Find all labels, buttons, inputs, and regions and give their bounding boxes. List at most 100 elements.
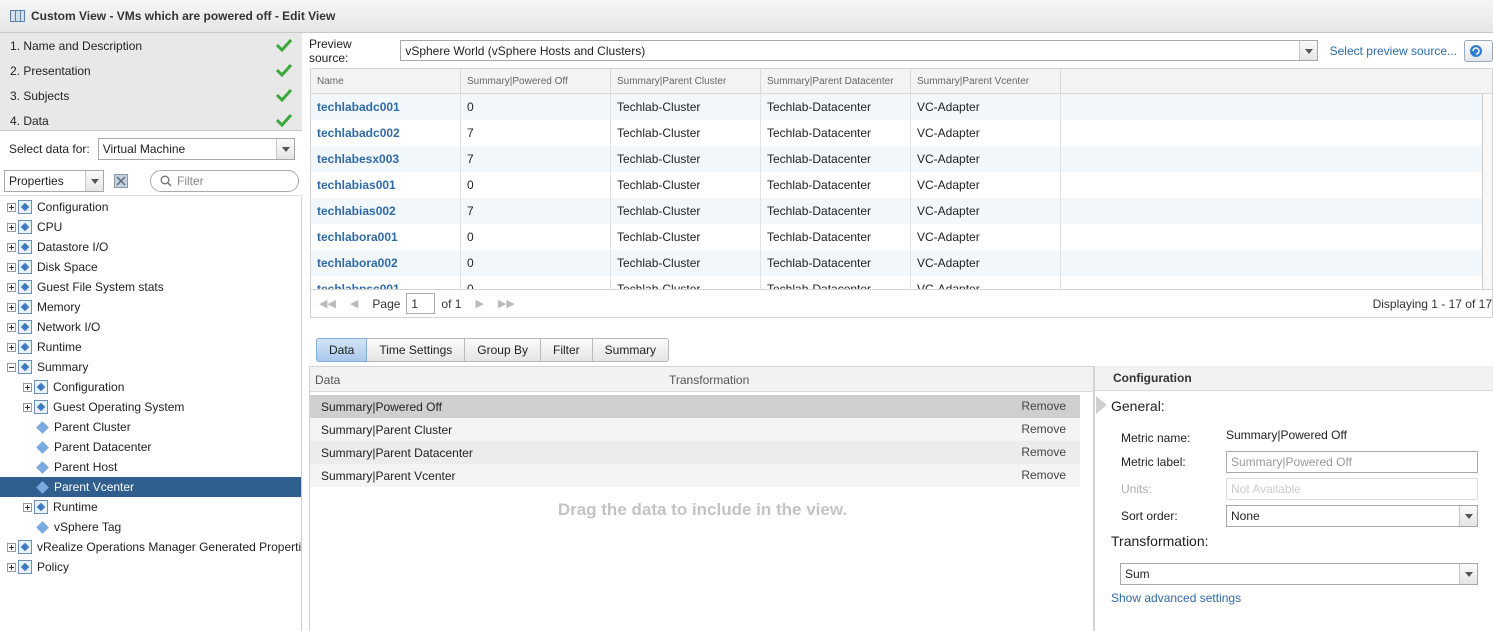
- data-row[interactable]: Summary|Parent Vcenter Remove: [310, 464, 1080, 487]
- refresh-button[interactable]: [1464, 39, 1493, 62]
- vm-name[interactable]: techlabora002: [311, 250, 461, 276]
- next-page-icon[interactable]: ▶: [475, 297, 483, 310]
- expand-icon[interactable]: [23, 382, 32, 392]
- column-header[interactable]: Summary|Powered Off: [461, 69, 611, 93]
- column-header[interactable]: Summary|Parent Vcenter: [911, 69, 1061, 93]
- show-advanced-settings-link[interactable]: Show advanced settings: [1111, 591, 1241, 605]
- tree-node-disk-space[interactable]: Disk Space: [0, 257, 301, 277]
- data-row[interactable]: Summary|Parent Cluster Remove: [310, 418, 1080, 441]
- page-number-input[interactable]: 1: [406, 293, 436, 314]
- column-header[interactable]: Summary|Parent Datacenter: [761, 69, 911, 93]
- tree-node-vrops-generated[interactable]: vRealize Operations Manager Generated Pr…: [0, 537, 301, 557]
- tree-node-configuration[interactable]: Configuration: [0, 197, 301, 217]
- table-row[interactable]: techlabadc002 7 Techlab-Cluster Techlab-Dat…: [311, 120, 1492, 146]
- clear-filter-icon[interactable]: [114, 173, 128, 188]
- expand-icon[interactable]: [7, 322, 16, 332]
- tree-node-parent-host[interactable]: Parent Host: [0, 457, 301, 477]
- expand-icon[interactable]: [7, 302, 16, 312]
- chevron-down-icon[interactable]: [1459, 564, 1477, 584]
- step-name-description[interactable]: 1. Name and Description: [0, 33, 302, 58]
- data-row[interactable]: Summary|Powered Off Remove: [310, 395, 1080, 418]
- step-subjects[interactable]: 3. Subjects: [0, 83, 302, 108]
- step-presentation[interactable]: 2. Presentation: [0, 58, 302, 83]
- table-row[interactable]: techlabadc001 0 Techlab-Cluster Techlab-Dat…: [311, 94, 1492, 120]
- table-row[interactable]: techlabesx003 7 Techlab-Cluster Techlab-Dat…: [311, 146, 1492, 172]
- tree-node-guest-file-system[interactable]: Guest File System stats: [0, 277, 301, 297]
- data-row-label: Summary|Parent Datacenter: [321, 445, 473, 460]
- chevron-down-icon[interactable]: [1459, 506, 1477, 526]
- expand-icon[interactable]: [7, 262, 16, 272]
- vm-name[interactable]: techlabesx003: [311, 146, 461, 172]
- tab-summary[interactable]: Summary: [592, 338, 669, 362]
- expand-icon[interactable]: [7, 222, 16, 232]
- chevron-down-icon[interactable]: [1298, 41, 1317, 60]
- vm-name[interactable]: techlabias001: [311, 172, 461, 198]
- table-row[interactable]: techlabias002 7 Techlab-Cluster Techlab-Dat…: [311, 198, 1492, 224]
- chevron-down-icon[interactable]: [85, 170, 103, 191]
- collapse-icon[interactable]: [7, 362, 16, 372]
- step-label: 1. Name and Description: [10, 38, 143, 53]
- select-data-dropdown[interactable]: Virtual Machine: [97, 138, 295, 160]
- expand-icon[interactable]: [7, 542, 16, 552]
- tree-node-datastore-io[interactable]: Datastore I/O: [0, 237, 301, 257]
- step-data[interactable]: 4. Data: [0, 108, 302, 133]
- vm-name[interactable]: techlabadc002: [311, 120, 461, 146]
- tree-node-parent-cluster[interactable]: Parent Cluster: [0, 417, 301, 437]
- group-icon: [18, 200, 32, 214]
- table-row[interactable]: techlabias001 0 Techlab-Cluster Techlab-Dat…: [311, 172, 1492, 198]
- tree-node-guest-os[interactable]: Guest Operating System: [0, 397, 301, 417]
- expand-icon[interactable]: [7, 242, 16, 252]
- cell: 7: [461, 146, 611, 172]
- vm-name[interactable]: techlabadc001: [311, 94, 461, 120]
- filter-search-input[interactable]: Filter: [150, 170, 299, 192]
- expand-icon[interactable]: [23, 402, 32, 412]
- chevron-down-icon[interactable]: [275, 139, 294, 159]
- group-icon: [34, 400, 48, 414]
- tab-data[interactable]: Data: [316, 338, 368, 362]
- expand-icon[interactable]: [7, 282, 16, 292]
- tree-node-cpu[interactable]: CPU: [0, 217, 301, 237]
- tab-filter[interactable]: Filter: [540, 338, 593, 362]
- vm-name[interactable]: techlabpsc001: [311, 276, 461, 289]
- column-header[interactable]: Name: [311, 69, 461, 93]
- remove-button[interactable]: Remove: [1021, 422, 1066, 436]
- expand-icon[interactable]: [7, 342, 16, 352]
- vm-name[interactable]: techlabias002: [311, 198, 461, 224]
- tree-node-parent-datacenter[interactable]: Parent Datacenter: [0, 437, 301, 457]
- preview-source-dropdown[interactable]: vSphere World (vSphere Hosts and Cluster…: [400, 40, 1318, 61]
- remove-button[interactable]: Remove: [1021, 445, 1066, 459]
- first-page-icon[interactable]: ◀◀: [319, 297, 336, 310]
- transformation-dropdown[interactable]: Sum: [1120, 563, 1478, 585]
- metric-label-input[interactable]: Summary|Powered Off: [1226, 451, 1478, 473]
- tree-node-policy[interactable]: Policy: [0, 557, 301, 577]
- grid-scrollbar[interactable]: [1482, 94, 1492, 289]
- tree-node-parent-vcenter[interactable]: Parent Vcenter: [0, 477, 301, 497]
- vm-name[interactable]: techlabora001: [311, 224, 461, 250]
- table-row[interactable]: techlabora002 0 Techlab-Cluster Techlab-Dat…: [311, 250, 1492, 276]
- column-header[interactable]: Summary|Parent Cluster: [611, 69, 761, 93]
- tree-node-runtime[interactable]: Runtime: [0, 337, 301, 357]
- remove-button[interactable]: Remove: [1021, 468, 1066, 482]
- last-page-icon[interactable]: ▶▶: [498, 297, 515, 310]
- table-row[interactable]: techlabora001 0 Techlab-Cluster Techlab-Dat…: [311, 224, 1492, 250]
- metric-label-placeholder: Summary|Powered Off: [1231, 455, 1352, 469]
- remove-button[interactable]: Remove: [1021, 399, 1066, 413]
- tree-node-memory[interactable]: Memory: [0, 297, 301, 317]
- tree-node-summary-configuration[interactable]: Configuration: [0, 377, 301, 397]
- tab-time-settings[interactable]: Time Settings: [367, 338, 466, 362]
- tree-node-vsphere-tag[interactable]: vSphere Tag: [0, 517, 301, 537]
- tree-label: Datastore I/O: [37, 240, 109, 254]
- select-preview-source-link[interactable]: Select preview source...: [1330, 44, 1457, 58]
- sort-order-dropdown[interactable]: None: [1226, 505, 1478, 527]
- tree-node-summary-runtime[interactable]: Runtime: [0, 497, 301, 517]
- tree-node-network-io[interactable]: Network I/O: [0, 317, 301, 337]
- expand-icon[interactable]: [23, 502, 32, 512]
- expand-icon[interactable]: [7, 562, 16, 572]
- expand-icon[interactable]: [7, 202, 16, 212]
- prev-page-icon[interactable]: ◀: [350, 297, 358, 310]
- tab-group-by[interactable]: Group By: [465, 338, 541, 362]
- properties-dropdown[interactable]: Properties: [4, 169, 104, 192]
- table-row[interactable]: techlabpsc001 0 Techlab-Cluster Techlab-Dat…: [311, 276, 1492, 289]
- data-row[interactable]: Summary|Parent Datacenter Remove: [310, 441, 1080, 464]
- tree-node-summary[interactable]: Summary: [0, 357, 301, 377]
